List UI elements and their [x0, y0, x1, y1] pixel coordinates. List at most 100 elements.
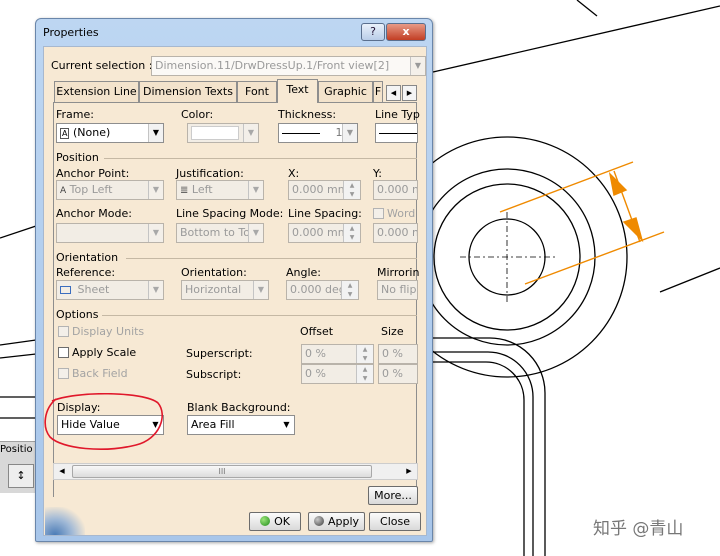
options-separator	[102, 315, 417, 316]
anchor-mode-dropdown[interactable]: ▼	[56, 223, 164, 243]
angle-spinner[interactable]: 0.000 deg ▲ ▼	[286, 280, 359, 300]
color-swatch	[191, 126, 239, 140]
help-button[interactable]: ?	[361, 23, 385, 41]
x-label: X:	[288, 167, 300, 180]
horizontal-scrollbar[interactable]: ◀ III ▶	[53, 463, 418, 480]
line-type-label: Line Typ	[375, 108, 420, 121]
tab-scroll-left-icon[interactable]: ◀	[386, 85, 401, 101]
superscript-size-field[interactable]: 0 %	[378, 344, 418, 364]
chevron-down-icon[interactable]: ▼	[148, 181, 163, 199]
display-units-checkbox[interactable]	[58, 326, 69, 337]
orientation-separator	[126, 258, 417, 259]
chevron-down-icon[interactable]: ▼	[243, 124, 258, 142]
current-selection-label: Current selection :	[51, 59, 153, 72]
tab-dimension-texts[interactable]: Dimension Texts	[139, 81, 237, 102]
toolbar-icon-button[interactable]: ↕	[8, 464, 34, 488]
superscript-label: Superscript:	[186, 347, 253, 360]
color-label: Color:	[181, 108, 214, 121]
anchor-point-dropdown[interactable]: A Top Left ▼	[56, 180, 164, 200]
line-spacing-mode-dropdown[interactable]: Bottom to Top ▼	[176, 223, 264, 243]
angle-value: 0.000 deg	[290, 283, 346, 296]
close-button[interactable]: Close	[369, 512, 421, 531]
thickness-dropdown[interactable]: 1: ▼	[278, 123, 358, 143]
tab-graphic[interactable]: Graphic	[318, 81, 373, 102]
orientation-dropdown[interactable]: Horizontal ▼	[181, 280, 269, 300]
align-left-icon: ≣	[180, 185, 189, 196]
scroll-left-icon[interactable]: ◀	[54, 464, 70, 479]
back-field-checkbox[interactable]	[58, 368, 69, 379]
tab-font[interactable]: Font	[237, 81, 277, 102]
decorative-glow	[45, 507, 85, 535]
subscript-offset-spinner[interactable]: 0 % ▲ ▼	[301, 364, 374, 384]
frame-dropdown[interactable]: A (None) ▼	[56, 123, 164, 143]
dialog-client-area: Current selection : Dimension.11/DrwDres…	[43, 46, 427, 536]
subscript-offset-value: 0 %	[305, 367, 326, 380]
chevron-down-icon[interactable]: ▼	[248, 181, 263, 199]
anchor-mode-label: Anchor Mode:	[56, 207, 132, 220]
justification-value: Left	[191, 183, 213, 196]
close-window-button[interactable]: x	[386, 23, 426, 41]
frame-value: (None)	[72, 126, 111, 139]
line-spacing-spinner[interactable]: 0.000 mm ▲ ▼	[288, 223, 361, 243]
orientation-label: Orientation:	[181, 266, 247, 279]
line-sample	[282, 132, 320, 134]
chevron-down-icon[interactable]: ▼	[410, 57, 425, 75]
tab-extension-line[interactable]: Extension Line	[54, 81, 139, 102]
mirroring-dropdown[interactable]: No flip	[377, 280, 418, 300]
offset-header: Offset	[300, 325, 334, 338]
mirroring-label: Mirrorin	[377, 266, 420, 279]
reference-value: Sheet	[77, 283, 110, 296]
scroll-right-icon[interactable]: ▶	[401, 464, 417, 479]
options-section-label: Options	[56, 308, 99, 321]
reference-label: Reference:	[56, 266, 116, 279]
chevron-down-icon[interactable]: ▼	[253, 281, 268, 299]
anchor-point-value: Top Left	[69, 183, 113, 196]
spinner-arrows-icon[interactable]: ▲ ▼	[356, 345, 373, 363]
spinner-arrows-icon[interactable]: ▲ ▼	[356, 365, 373, 383]
x-spinner[interactable]: 0.000 mm ▲ ▼	[288, 180, 361, 200]
apply-scale-checkbox[interactable]	[58, 347, 69, 358]
tab-text[interactable]: Text	[277, 79, 318, 103]
orientation-value: Horizontal	[185, 283, 242, 296]
apply-button[interactable]: Apply	[308, 512, 365, 531]
blank-background-dropdown[interactable]: Area Fill ▼	[187, 415, 295, 435]
word-label: Word	[387, 207, 416, 220]
y-field[interactable]: 0.000 mı	[373, 180, 418, 200]
line-spacing-value: 0.000 mm	[292, 226, 349, 239]
spinner-arrows-icon[interactable]: ▲ ▼	[343, 181, 360, 199]
position-section-label: Position	[56, 151, 99, 164]
chevron-down-icon[interactable]: ▼	[148, 124, 163, 142]
color-dropdown[interactable]: ▼	[187, 123, 259, 143]
line-type-dropdown[interactable]	[375, 123, 418, 143]
tab-scroll-right-icon[interactable]: ▶	[402, 85, 417, 101]
chevron-down-icon[interactable]: ▼	[342, 124, 357, 142]
chevron-down-icon[interactable]: ▼	[148, 281, 163, 299]
line-spacing-mode-label: Line Spacing Mode:	[176, 207, 284, 220]
chevron-down-icon[interactable]: ▼	[248, 224, 263, 242]
apply-label: Apply	[327, 515, 360, 528]
line-spacing-mode-value: Bottom to Top	[180, 226, 257, 239]
superscript-offset-spinner[interactable]: 0 % ▲ ▼	[301, 344, 374, 364]
blank-background-value: Area Fill	[191, 418, 235, 431]
x-value: 0.000 mm	[292, 183, 349, 196]
justification-dropdown[interactable]: ≣ Left ▼	[176, 180, 264, 200]
frame-icon: A	[60, 128, 70, 139]
spinner-arrows-icon[interactable]: ▲ ▼	[341, 281, 358, 299]
chevron-down-icon[interactable]: ▼	[148, 224, 163, 242]
subscript-label: Subscript:	[186, 368, 242, 381]
word-checkbox[interactable]	[373, 208, 384, 219]
anchor-point-icon: A	[60, 186, 67, 196]
subscript-size-field[interactable]: 0 %	[378, 364, 418, 384]
tab-overflow[interactable]: F	[373, 81, 383, 102]
chevron-down-icon[interactable]: ▼	[279, 416, 294, 434]
ok-button[interactable]: OK	[249, 512, 301, 531]
reference-dropdown[interactable]: Sheet ▼	[56, 280, 164, 300]
word-field[interactable]: 0.000 mı	[373, 223, 418, 243]
title-bar[interactable]: Properties ? x	[36, 19, 432, 45]
scroll-thumb[interactable]: III	[72, 465, 372, 478]
more-button[interactable]: More...	[368, 486, 418, 505]
superscript-offset-value: 0 %	[305, 347, 326, 360]
superscript-size-value: 0 %	[382, 347, 403, 360]
position-separator	[104, 158, 417, 159]
spinner-arrows-icon[interactable]: ▲ ▼	[343, 224, 360, 242]
